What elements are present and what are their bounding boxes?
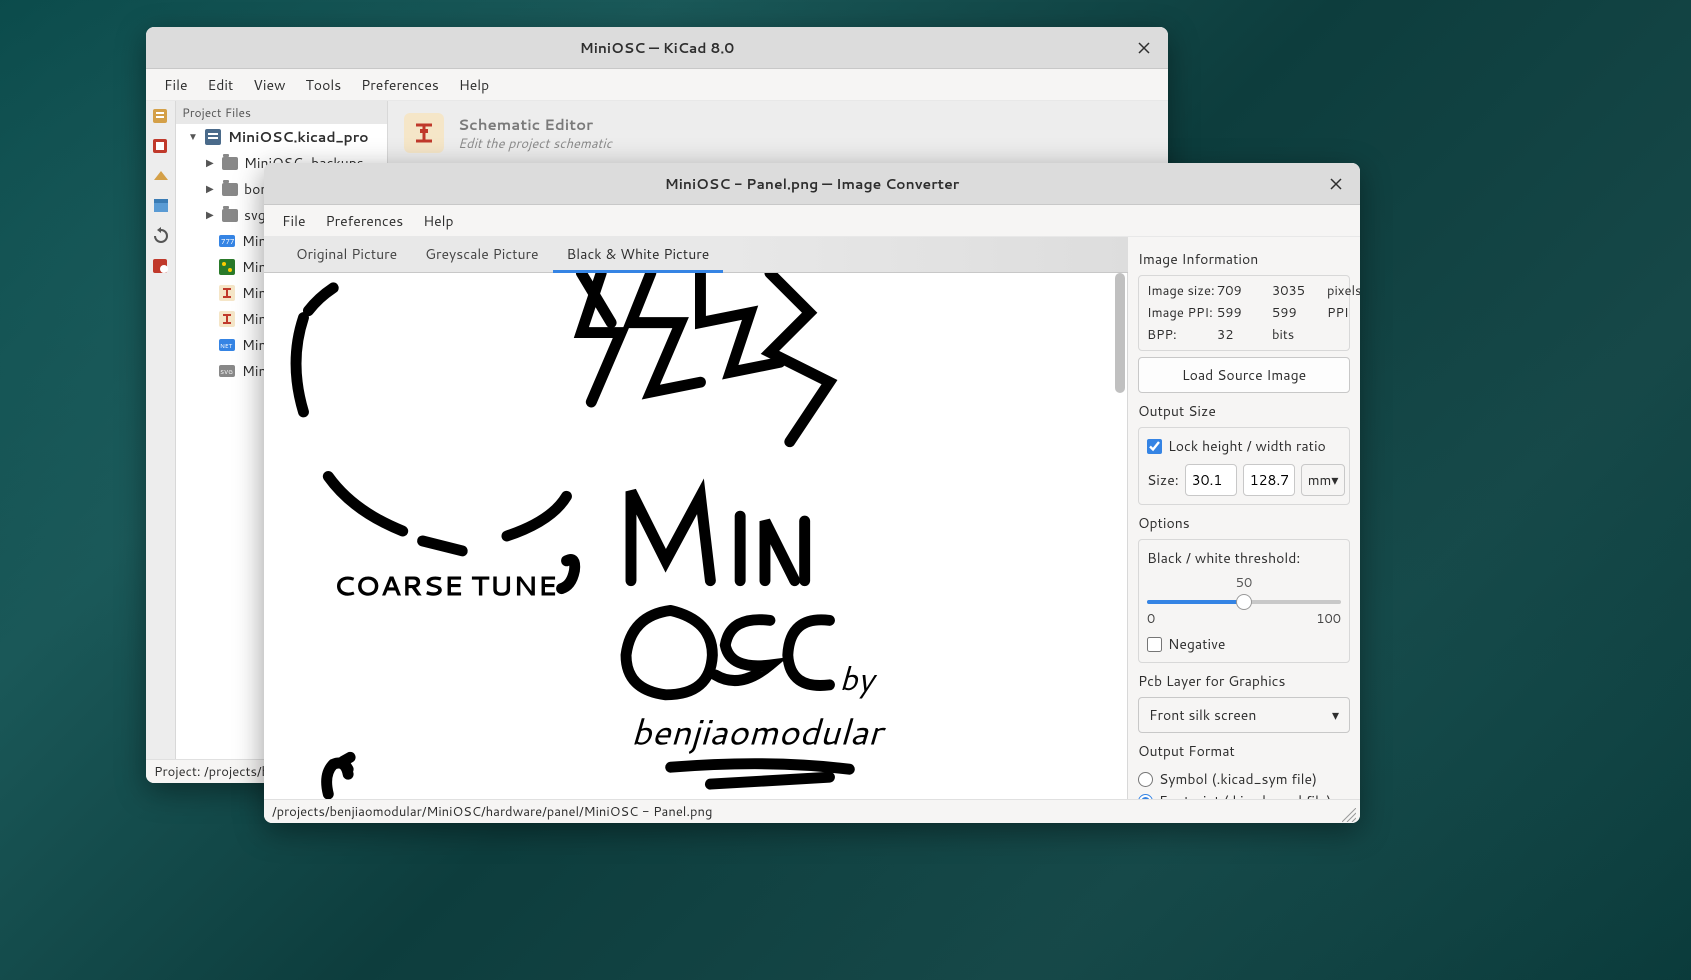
- kicad-titlebar: MiniOSC — KiCad 8.0: [146, 27, 1168, 69]
- file-icon: [218, 258, 236, 276]
- tree-root-label: MiniOSC.kicad_pro: [228, 127, 369, 147]
- kicad-left-toolbar: [146, 101, 176, 759]
- conv-statusbar: /projects/benjiaomodular/MiniOSC/hardwar…: [264, 799, 1360, 823]
- svg-text:NET: NET: [220, 341, 233, 350]
- format-header: Output Format: [1138, 741, 1350, 761]
- menu-tools[interactable]: Tools: [296, 71, 352, 99]
- menu-edit[interactable]: Edit: [198, 71, 244, 99]
- folder-icon: [222, 209, 238, 222]
- slider-thumb[interactable]: [1236, 594, 1252, 610]
- folder-icon: [222, 157, 238, 170]
- tab-blackwhite[interactable]: Black & White Picture: [553, 236, 724, 272]
- tool-icon-6[interactable]: [150, 255, 172, 277]
- folder-icon: [222, 183, 238, 196]
- file-icon: 777: [218, 232, 236, 250]
- conv-title: MiniOSC - Panel.png — Image Converter: [665, 174, 959, 194]
- info-header: Image Information: [1138, 249, 1350, 269]
- kicad-status-text: Project: /projects/be: [154, 763, 276, 781]
- conv-titlebar: MiniOSC - Panel.png — Image Converter: [264, 163, 1360, 205]
- svg-text:benjiaomodular: benjiaomodular: [631, 705, 887, 756]
- options-header: Options: [1138, 513, 1350, 533]
- schematic-title: Schematic Editor: [458, 114, 612, 135]
- close-icon[interactable]: [1134, 38, 1154, 58]
- conv-status-text: /projects/benjiaomodular/MiniOSC/hardwar…: [272, 803, 712, 821]
- lock-ratio-checkbox[interactable]: Lock height / width ratio: [1147, 436, 1341, 456]
- size-width-input[interactable]: [1185, 464, 1237, 496]
- svg-text:SVG: SVG: [220, 367, 233, 376]
- file-icon: NET: [218, 336, 236, 354]
- menu-preferences[interactable]: Preferences: [351, 71, 449, 99]
- project-icon: [204, 128, 222, 146]
- file-icon: [218, 310, 236, 328]
- chevron-down-icon: ▾: [1331, 470, 1338, 490]
- file-icon: SVG: [218, 362, 236, 380]
- size-label: Size:: [1147, 470, 1179, 490]
- tree-header: Project Files: [176, 101, 387, 124]
- menu-view[interactable]: View: [243, 71, 295, 99]
- tree-root[interactable]: ▼ MiniOSC.kicad_pro: [176, 124, 387, 150]
- negative-checkbox[interactable]: Negative: [1147, 634, 1341, 654]
- negative-input[interactable]: [1147, 637, 1162, 652]
- tool-icon-4[interactable]: [150, 195, 172, 217]
- load-source-button[interactable]: Load Source Image: [1138, 357, 1350, 393]
- menu-preferences[interactable]: Preferences: [316, 207, 414, 235]
- conv-menubar: File Preferences Help: [264, 205, 1360, 237]
- kicad-title: MiniOSC — KiCad 8.0: [580, 38, 735, 58]
- kicad-menubar: File Edit View Tools Preferences Help: [146, 69, 1168, 101]
- output-size-header: Output Size: [1138, 401, 1350, 421]
- tree-arrow-right-icon: ▶: [206, 182, 216, 196]
- scrollbar-thumb[interactable]: [1115, 273, 1125, 393]
- menu-help[interactable]: Help: [413, 207, 463, 235]
- schematic-sub: Edit the project schematic: [458, 135, 612, 153]
- size-unit-select[interactable]: mm ▾: [1301, 464, 1346, 496]
- image-info-grid: Image size: 709 3035 pixels Image PPI: 5…: [1138, 275, 1350, 351]
- tree-folder-label: svg: [244, 205, 266, 225]
- tab-original[interactable]: Original Picture: [282, 236, 411, 272]
- menu-file[interactable]: File: [154, 71, 198, 99]
- format-footprint-radio[interactable]: Footprint (.kicad_mod file): [1138, 791, 1350, 799]
- format-symbol-radio[interactable]: Symbol (.kicad_sym file): [1138, 769, 1350, 789]
- tab-greyscale[interactable]: Greyscale Picture: [411, 236, 552, 272]
- schematic-editor-launcher[interactable]: Schematic Editor Edit the project schema…: [404, 113, 1152, 153]
- layer-header: Pcb Layer for Graphics: [1138, 671, 1350, 691]
- image-preview[interactable]: COARSE TUNE by benjiaomodular: [264, 273, 1128, 799]
- tool-icon-2[interactable]: [150, 135, 172, 157]
- image-converter-window: MiniOSC - Panel.png — Image Converter Fi…: [264, 163, 1360, 823]
- file-icon: [218, 284, 236, 302]
- lock-ratio-input[interactable]: [1147, 439, 1162, 454]
- layer-select[interactable]: Front silk screen ▾: [1138, 697, 1350, 733]
- threshold-label: Black / white threshold:: [1147, 548, 1341, 568]
- schematic-icon: [404, 113, 444, 153]
- svg-text:COARSE TUNE: COARSE TUNE: [333, 566, 557, 605]
- menu-help[interactable]: Help: [449, 71, 499, 99]
- threshold-value: 50: [1147, 574, 1341, 592]
- menu-file[interactable]: File: [272, 207, 316, 235]
- svg-text:777: 777: [221, 237, 234, 247]
- svg-text:by: by: [839, 656, 877, 701]
- tool-icon-1[interactable]: [150, 105, 172, 127]
- preview-scrollbar[interactable]: [1115, 273, 1125, 799]
- size-height-input[interactable]: [1243, 464, 1295, 496]
- conv-tabs: Original Picture Greyscale Picture Black…: [264, 237, 1128, 273]
- tool-refresh-icon[interactable]: [150, 225, 172, 247]
- tree-arrow-right-icon: ▶: [206, 156, 216, 170]
- close-icon[interactable]: [1326, 174, 1346, 194]
- chevron-down-icon: ▾: [1332, 705, 1339, 725]
- tool-icon-3[interactable]: [150, 165, 172, 187]
- conv-side-panel: Image Information Image size: 709 3035 p…: [1128, 237, 1360, 799]
- threshold-slider[interactable]: [1147, 592, 1341, 610]
- tree-arrow-right-icon: ▶: [206, 208, 216, 222]
- tree-arrow-down-icon: ▼: [188, 130, 198, 144]
- resize-grip-icon[interactable]: [1342, 805, 1356, 819]
